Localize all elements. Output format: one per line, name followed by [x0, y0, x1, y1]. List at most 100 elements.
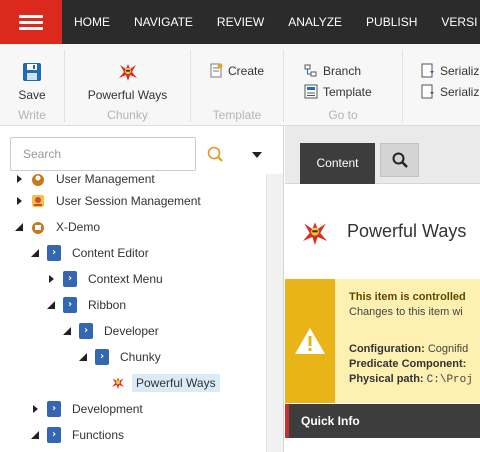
tree-item[interactable]: User Management — [12, 174, 159, 190]
template-button[interactable]: Template — [304, 84, 372, 99]
collapse-toggle[interactable] — [28, 431, 42, 439]
tree-item-selected[interactable]: Powerful Ways — [92, 372, 220, 394]
chevron-down-icon — [252, 152, 262, 158]
tree-item-label: Chunky — [120, 350, 161, 364]
serialize-icon — [421, 63, 434, 78]
collapse-toggle[interactable] — [76, 353, 90, 361]
top-navigation-bar: HOME NAVIGATE REVIEW ANALYZE PUBLISH VER… — [0, 0, 480, 44]
create-icon — [210, 63, 223, 78]
tree-item-label: Powerful Ways — [132, 374, 220, 392]
powershell-script-library-icon: › — [46, 245, 62, 261]
tree-item[interactable]: › Context Menu — [44, 268, 167, 290]
tree-scrollbar[interactable] — [266, 174, 283, 452]
collapse-toggle[interactable] — [44, 301, 58, 309]
chunk-label-write: Write — [18, 108, 46, 122]
collapse-toggle[interactable] — [28, 249, 42, 257]
tab-navigate[interactable]: NAVIGATE — [122, 0, 205, 44]
serialize-item-button[interactable]: Serializ — [421, 63, 479, 78]
tab-home[interactable]: HOME — [62, 0, 122, 44]
search-icon — [207, 146, 223, 162]
search-button[interactable] — [204, 144, 228, 166]
tree-item[interactable]: X-Demo — [12, 216, 104, 238]
serialize-item-label: Serializ — [440, 63, 480, 78]
tree-item[interactable]: › Functions — [28, 424, 128, 446]
powershell-script-library-icon: › — [78, 323, 94, 339]
tree-item[interactable]: User Session Management — [12, 190, 205, 212]
create-label: Create — [228, 63, 265, 78]
module-icon — [30, 219, 46, 235]
configuration-label: Configuration: — [349, 343, 425, 355]
warning-line-1: This item is controlled — [349, 291, 466, 303]
serialize-tree-label: Serializ — [440, 84, 480, 99]
chevron-right-icon — [16, 197, 22, 205]
tab-versions[interactable]: VERSI — [429, 0, 480, 44]
tree-item[interactable]: › Development — [28, 398, 147, 420]
create-button[interactable]: Create — [209, 63, 264, 78]
tree-item-label: Ribbon — [88, 298, 127, 312]
expand-toggle[interactable] — [12, 175, 26, 183]
hamburger-icon — [19, 14, 43, 30]
serialize-tree-button[interactable]: Serializ — [421, 84, 479, 99]
item-title: Powerful Ways — [347, 221, 467, 241]
tab-content[interactable]: Content — [300, 143, 375, 184]
tree-item-label: User Management — [56, 174, 155, 186]
chevron-down-icon — [31, 249, 39, 257]
tree-item-label: X-Demo — [56, 220, 101, 234]
tree-item-label: Content Editor — [72, 246, 149, 260]
tree-item[interactable]: › Chunky — [76, 346, 165, 368]
content-editor-panel: Content Powerful Ways This item is contr… — [285, 126, 480, 452]
chunk-write: Save Write — [0, 44, 64, 126]
chunk-label-goto: Go to — [328, 108, 358, 122]
tab-review[interactable]: REVIEW — [205, 0, 276, 44]
tree-item[interactable]: › Developer — [60, 320, 163, 342]
editor-search-button[interactable] — [380, 143, 419, 177]
content-tree-panel: User Management User Session Management … — [0, 126, 284, 452]
powershell-script-library-icon: › — [62, 271, 78, 287]
collapse-toggle[interactable] — [60, 327, 74, 335]
chevron-right-icon — [16, 175, 22, 183]
collapse-toggle[interactable] — [12, 223, 26, 231]
warning-predicate: Predicate Component: — [349, 357, 466, 372]
editor-tabstrip: Content — [285, 126, 480, 184]
expand-toggle[interactable] — [28, 405, 42, 413]
chevron-down-icon — [63, 327, 71, 335]
quick-info-section-header[interactable]: Quick Info — [285, 404, 480, 438]
branch-button[interactable]: Branch — [304, 63, 361, 78]
powershell-script-library-icon: › — [46, 401, 62, 417]
chevron-right-icon — [32, 405, 38, 413]
tab-publish[interactable]: PUBLISH — [354, 0, 429, 44]
chunk-label-chunky: Chunky — [107, 108, 148, 122]
chunk-template: Create Template — [191, 44, 283, 126]
template-icon — [304, 84, 318, 99]
chevron-down-icon — [47, 301, 55, 309]
tab-analyze[interactable]: ANALYZE — [276, 0, 354, 44]
powerful-ways-button[interactable]: Powerful Ways — [65, 60, 190, 102]
warning-icon — [295, 328, 325, 354]
hamburger-menu-button[interactable] — [0, 0, 62, 44]
chevron-down-icon — [79, 353, 87, 361]
user-folder-icon — [30, 174, 46, 187]
warning-banner: This item is controlled Changes to this … — [285, 279, 480, 403]
chunk-goto: Branch Template Go to — [284, 44, 402, 126]
chevron-right-icon — [48, 275, 54, 283]
tree-item-label: Development — [72, 402, 143, 416]
search-input[interactable] — [10, 137, 196, 171]
expand-toggle[interactable] — [12, 197, 26, 205]
save-button[interactable]: Save — [12, 60, 52, 102]
ninja-icon — [110, 375, 126, 391]
tree-item[interactable]: › Ribbon — [44, 294, 130, 316]
warning-icon-strip — [285, 279, 335, 403]
branch-label: Branch — [323, 63, 362, 78]
content-tree: User Management User Session Management … — [0, 174, 266, 452]
ninja-icon — [118, 64, 137, 81]
chunk-serialization: Serializ Serializ — [403, 44, 480, 126]
ribbon: Save Write Powerful Ways Chunky Create T… — [0, 44, 480, 126]
tree-item[interactable]: › Content Editor — [28, 242, 153, 264]
chunk-label-template: Template — [212, 108, 262, 122]
expand-toggle[interactable] — [44, 275, 58, 283]
search-options-dropdown[interactable] — [250, 148, 264, 162]
ninja-icon — [303, 222, 327, 245]
tree-item-label: Functions — [72, 428, 125, 442]
warning-physical-path: Physical path: C:\Proj — [349, 372, 473, 388]
template-label: Template — [323, 84, 372, 99]
